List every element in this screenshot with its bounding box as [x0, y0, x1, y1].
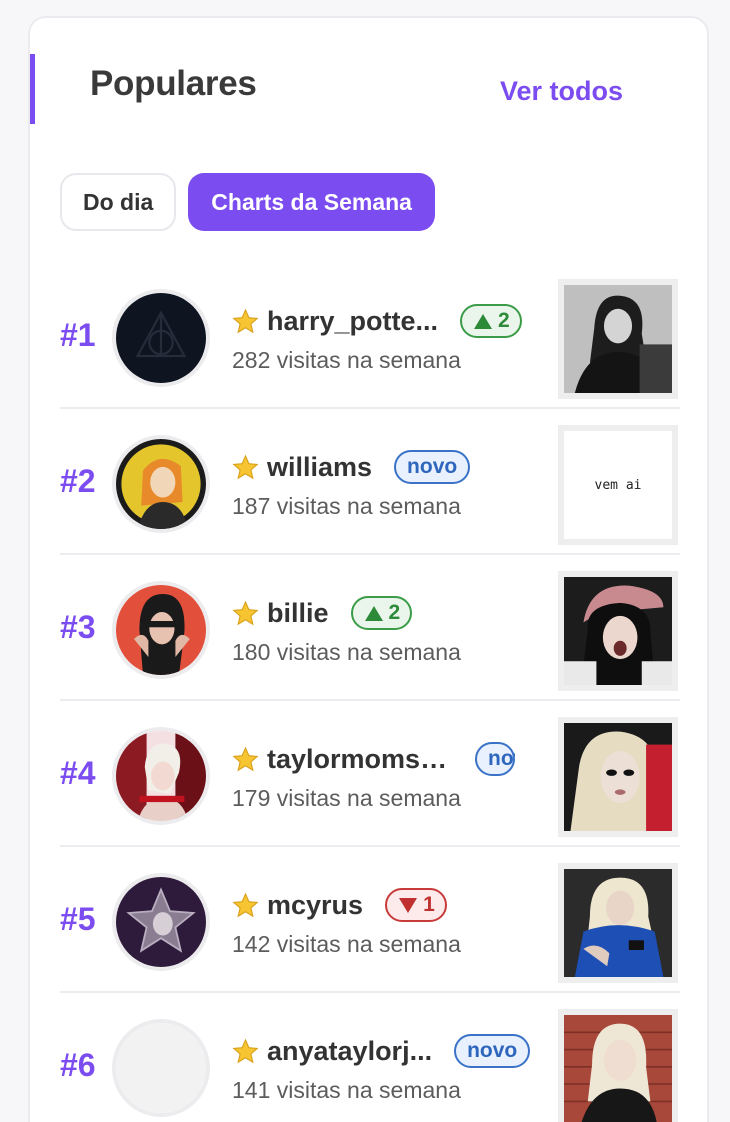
- popular-card: Populares Ver todos Do dia Charts da Sem…: [28, 16, 709, 1122]
- period-tabs: Do dia Charts da Semana: [60, 173, 435, 231]
- username[interactable]: harry_potte...: [267, 306, 438, 337]
- new-badge: novo: [475, 742, 515, 776]
- rank-change-badge: 2: [460, 304, 522, 338]
- ranking-row-1[interactable]: #1 harry_potte... 2 282 visitas na seman…: [60, 263, 680, 409]
- rank-change-badge: 2: [350, 596, 413, 630]
- avatar[interactable]: [112, 581, 210, 679]
- star-icon: [232, 746, 259, 771]
- page-title: Populares: [90, 64, 257, 103]
- brick-wall-portrait-photo: [564, 1015, 672, 1122]
- rank-number: #6: [60, 1047, 96, 1083]
- star-icon: [232, 892, 259, 917]
- rank-number: #5: [60, 901, 96, 937]
- bw-portrait-photo: [564, 285, 672, 393]
- visit-count: 187 visitas na semana: [232, 493, 461, 519]
- ranking-row-2[interactable]: #2 williams novo 187 visitas na semana v…: [60, 409, 680, 555]
- username[interactable]: williams: [267, 452, 372, 483]
- ranking-row-6[interactable]: #6 anyataylorj... novo 141 visitas na se…: [60, 993, 680, 1122]
- avatar[interactable]: [112, 435, 210, 533]
- visit-count: 180 visitas na semana: [232, 639, 461, 665]
- cap-portrait-photo: [564, 577, 672, 685]
- new-badge: novo: [394, 450, 471, 484]
- username[interactable]: mcyrus: [267, 890, 363, 921]
- ranking-row-4[interactable]: #4 taylormomse... novo: [60, 701, 680, 847]
- ranking-row-3[interactable]: #3 billie 2 180 visitas na semana: [60, 555, 680, 701]
- profile-thumbnail[interactable]: [558, 717, 678, 837]
- visit-count: 282 visitas na semana: [232, 347, 461, 373]
- username[interactable]: billie: [267, 598, 329, 629]
- profile-thumbnail[interactable]: [558, 279, 678, 399]
- profile-thumbnail[interactable]: [558, 863, 678, 983]
- yellow-portrait-avatar: [116, 439, 206, 529]
- see-all-link[interactable]: Ver todos: [500, 76, 623, 107]
- arrow-down-icon: [399, 897, 418, 913]
- ranking-list: #1 harry_potte... 2 282 visitas na seman…: [60, 263, 680, 1122]
- arrow-up-icon: [474, 313, 493, 329]
- avatar[interactable]: [112, 727, 210, 825]
- username[interactable]: taylormomse...: [267, 744, 457, 775]
- blonde-portrait-photo: [564, 723, 672, 831]
- star-icon: [232, 600, 259, 625]
- tab-weekly-charts[interactable]: Charts da Semana: [188, 173, 435, 231]
- avatar[interactable]: [112, 289, 210, 387]
- username[interactable]: anyataylorj...: [267, 1036, 432, 1067]
- ranking-row-5[interactable]: #5 mcyrus 1 142 visitas na semana: [60, 847, 680, 993]
- purple-star-avatar: [116, 877, 206, 967]
- rank-number: #1: [60, 317, 96, 353]
- title-accent-bar: [30, 54, 35, 124]
- rank-number: #2: [60, 463, 96, 499]
- tab-daily[interactable]: Do dia: [60, 173, 177, 231]
- profile-thumbnail[interactable]: [558, 571, 678, 691]
- profile-thumbnail[interactable]: [558, 1009, 678, 1122]
- deathly-hallows-icon: [116, 293, 206, 383]
- profile-thumbnail[interactable]: vem ai: [558, 425, 678, 545]
- star-icon: [232, 454, 259, 479]
- red-edit-avatar: [116, 731, 206, 821]
- rank-number: #4: [60, 755, 96, 791]
- star-icon: [232, 308, 259, 333]
- empty-avatar: [116, 1023, 206, 1113]
- visit-count: 179 visitas na semana: [232, 785, 461, 811]
- new-badge: novo: [454, 1034, 531, 1068]
- blue-shirt-photo: [564, 869, 672, 977]
- star-icon: [232, 1038, 259, 1063]
- arrow-up-icon: [364, 605, 383, 621]
- red-portrait-avatar: [116, 585, 206, 675]
- visit-count: 141 visitas na semana: [232, 1077, 461, 1103]
- avatar[interactable]: [112, 873, 210, 971]
- rank-change-badge: 1: [385, 888, 447, 922]
- rank-number: #3: [60, 609, 96, 645]
- visit-count: 142 visitas na semana: [232, 931, 461, 957]
- avatar[interactable]: [112, 1019, 210, 1117]
- thumbnail-caption: vem ai: [564, 431, 672, 539]
